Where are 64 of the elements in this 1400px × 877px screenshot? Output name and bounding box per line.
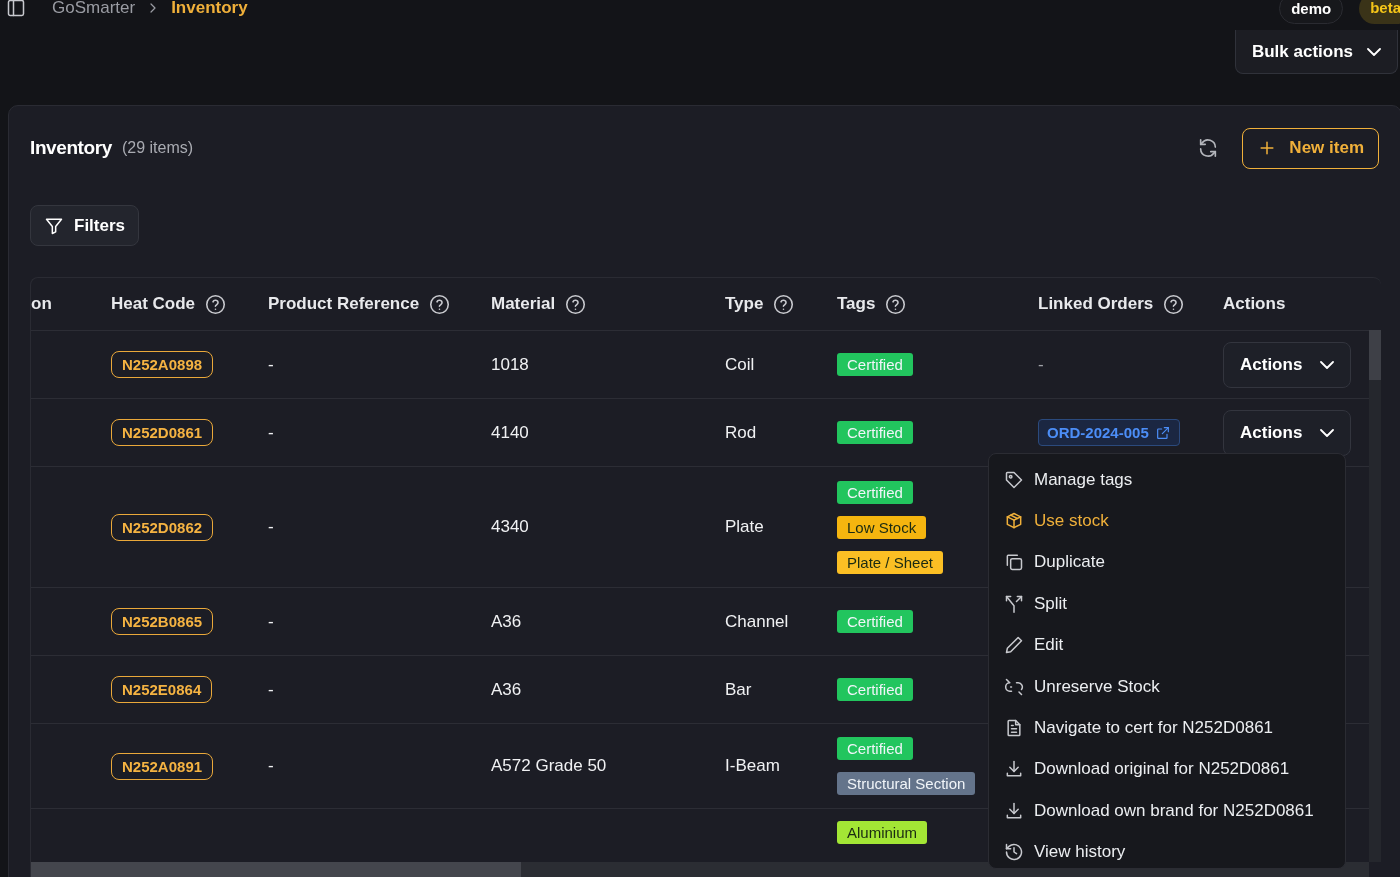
table-cell: 4140 (491, 422, 529, 443)
menu-item[interactable]: Split (995, 583, 1339, 625)
menu-item[interactable]: Edit (995, 624, 1339, 666)
tag-label: Certified (837, 737, 913, 760)
table-cell: - (268, 611, 274, 632)
environment-badge: demo (1279, 0, 1344, 24)
table-cell: Bar (725, 679, 752, 700)
column-header: Type (725, 294, 764, 314)
table-cell: I-Beam (725, 756, 780, 776)
column-header: Actions (1223, 294, 1286, 314)
heat-code-badge[interactable]: N252D0861 (111, 419, 214, 446)
table-cell: - (268, 756, 274, 776)
menu-item[interactable]: Unreserve Stock (995, 665, 1339, 708)
heat-code-badge[interactable]: N252E0864 (111, 676, 213, 703)
table-cell: Channel (725, 611, 789, 632)
tag-label: Certified (837, 610, 913, 633)
menu-item[interactable]: View history (995, 831, 1339, 873)
page-title: Inventory (30, 137, 112, 159)
column-header: Heat Code (111, 294, 196, 314)
tag-label: Certified (837, 678, 913, 701)
actions-button[interactable]: Actions (1223, 341, 1352, 388)
table-cell: - (268, 422, 274, 443)
table-cell: 1018 (491, 354, 529, 375)
heat-code-badge[interactable]: N252D0862 (111, 513, 214, 541)
column-header: on (31, 294, 52, 314)
menu-item[interactable]: Download original for N252D0861 (995, 748, 1339, 791)
tag-label: Aluminium (837, 821, 928, 844)
tag-label: Certified (837, 353, 913, 376)
table-cell: Plate (725, 517, 764, 537)
table-cell: A36 (491, 611, 522, 632)
menu-item[interactable]: Duplicate (995, 541, 1339, 584)
tag-label: Plate / Sheet (837, 550, 943, 574)
table-cell: - (268, 679, 274, 700)
breadcrumb-link[interactable]: Inventory (171, 0, 248, 18)
column-header: Tags (837, 294, 876, 314)
table-cell: - (268, 517, 274, 537)
table-cell: A572 Grade 50 (491, 756, 607, 776)
table-cell: Coil (725, 354, 755, 375)
table-cell: Rod (725, 422, 757, 443)
table-cell: - (1038, 354, 1044, 375)
bulk-actions-button[interactable]: Bulk actions (1234, 30, 1398, 74)
item-count: (29 items) (121, 139, 194, 157)
order-link[interactable]: ORD-2024-005 (1038, 419, 1180, 446)
column-header: Linked Orders (1038, 294, 1154, 314)
filters-button[interactable]: Filters (30, 205, 140, 246)
column-header: Material (491, 294, 556, 314)
tag-label: Certified (837, 480, 913, 504)
breadcrumb-link[interactable]: GoSmarter (52, 0, 136, 18)
table-cell: A36 (491, 679, 522, 700)
new-item-button[interactable]: New item (1242, 127, 1379, 169)
heat-code-badge[interactable]: N252A0898 (111, 351, 214, 378)
heat-code-badge[interactable]: N252A0891 (111, 752, 214, 780)
tag-label: Low Stock (837, 515, 927, 539)
menu-item[interactable]: Download own brand for N252D0861 (995, 790, 1339, 832)
heat-code-badge[interactable]: N252B0865 (111, 608, 214, 635)
menu-item[interactable]: Manage tags (995, 459, 1339, 501)
menu-item[interactable]: Navigate to cert for N252D0861 (995, 707, 1339, 749)
tag-label: Certified (837, 421, 913, 444)
menu-item[interactable]: Use stock (995, 500, 1339, 542)
actions-button[interactable]: Actions (1223, 409, 1352, 456)
column-header: Product Reference (268, 294, 420, 314)
tag-label: Structural Section (837, 772, 976, 795)
table-cell: 4340 (491, 517, 529, 537)
table-cell: - (268, 354, 274, 375)
